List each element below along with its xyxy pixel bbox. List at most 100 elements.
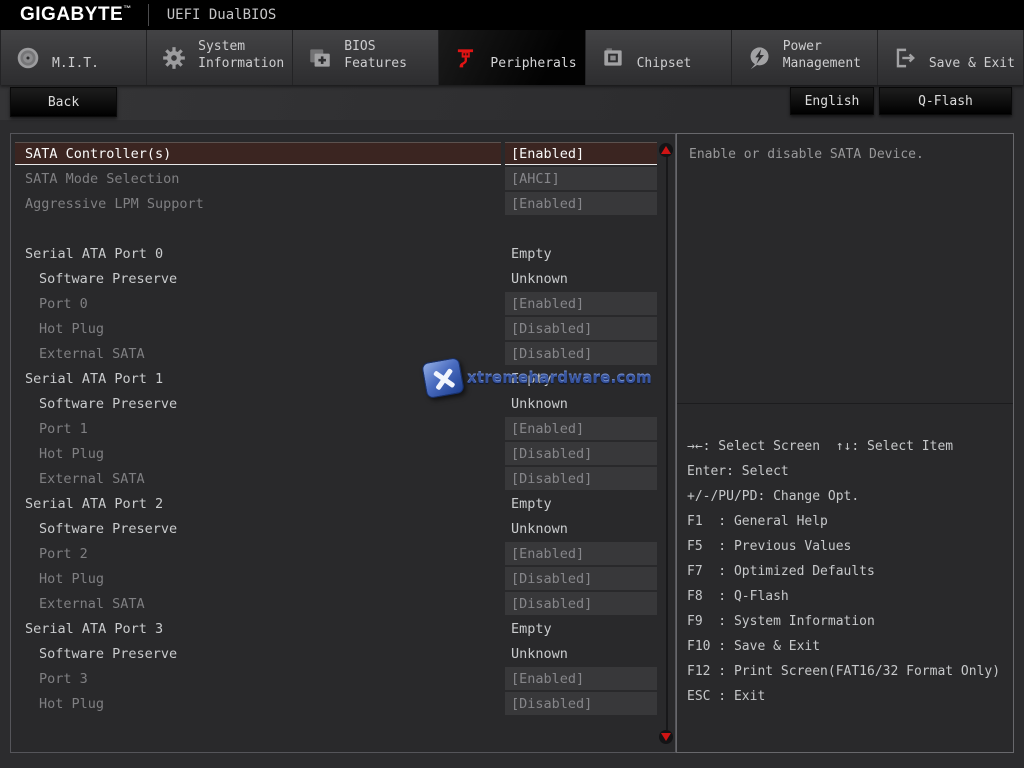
key-legend-line: →←: Select Screen ↑↓: Select Item <box>687 434 1013 459</box>
settings-row[interactable]: Hot Plug[Disabled] <box>15 566 657 591</box>
scroll-up-button[interactable] <box>659 143 673 157</box>
setting-label: SATA Controller(s) <box>15 142 501 165</box>
settings-panel: SATA Controller(s)[Enabled]SATA Mode Sel… <box>10 133 676 753</box>
setting-label: Serial ATA Port 2 <box>15 491 501 516</box>
key-legend: →←: Select Screen ↑↓: Select ItemEnter: … <box>677 404 1013 752</box>
tab-label: Power Management <box>783 37 875 79</box>
settings-row[interactable]: External SATA[Disabled] <box>15 466 657 491</box>
setting-value[interactable]: [Disabled] <box>505 442 657 465</box>
settings-row[interactable]: Hot Plug[Disabled] <box>15 691 657 716</box>
settings-row[interactable]: Serial ATA Port 3Empty <box>15 616 657 641</box>
back-button[interactable]: Back <box>10 87 117 117</box>
key-legend-line: F8 : Q-Flash <box>687 584 1013 609</box>
setting-value[interactable]: [Disabled] <box>505 317 657 340</box>
setting-value[interactable]: [Enabled] <box>505 417 657 440</box>
settings-row[interactable]: Serial ATA Port 1Empty <box>15 366 657 391</box>
plug-icon <box>451 45 481 71</box>
setting-label: Hot Plug <box>15 691 501 716</box>
settings-row[interactable]: Port 2[Enabled] <box>15 541 657 566</box>
setting-label: Serial ATA Port 3 <box>15 616 501 641</box>
key-legend-line: +/-/PU/PD: Change Opt. <box>687 484 1013 509</box>
tab-save-exit[interactable]: Save & Exit <box>878 30 1024 85</box>
settings-row[interactable]: Aggressive LPM Support[Enabled] <box>15 191 657 216</box>
dial-icon <box>13 45 43 71</box>
setting-value[interactable]: [Enabled] <box>505 142 657 165</box>
settings-row[interactable]: Software PreserveUnknown <box>15 391 657 416</box>
tab-label: BIOS Features <box>344 37 436 79</box>
key-legend-line: F5 : Previous Values <box>687 534 1013 559</box>
bios-title: UEFI DualBIOS <box>167 7 277 23</box>
setting-value[interactable]: [Disabled] <box>505 692 657 715</box>
settings-row[interactable]: Serial ATA Port 0Empty <box>15 241 657 266</box>
key-legend-line: F9 : System Information <box>687 609 1013 634</box>
setting-value[interactable]: [Disabled] <box>505 567 657 590</box>
setting-label: Port 2 <box>15 541 501 566</box>
key-legend-line: ESC : Exit <box>687 684 1013 709</box>
setting-value[interactable]: [Enabled] <box>505 542 657 565</box>
settings-row[interactable]: Port 0[Enabled] <box>15 291 657 316</box>
setting-label: Software Preserve <box>15 641 501 666</box>
key-legend-line: F7 : Optimized Defaults <box>687 559 1013 584</box>
tab-mit[interactable]: M.I.T. <box>0 30 147 85</box>
setting-value: Unknown <box>505 642 657 665</box>
settings-row[interactable]: Port 1[Enabled] <box>15 416 657 441</box>
setting-value[interactable]: [Enabled] <box>505 667 657 690</box>
scrollbar[interactable] <box>658 134 675 752</box>
setting-label: Port 0 <box>15 291 501 316</box>
setting-value[interactable]: [Enabled] <box>505 292 657 315</box>
setting-label: Software Preserve <box>15 266 501 291</box>
setting-label: External SATA <box>15 591 501 616</box>
content-area: SATA Controller(s)[Enabled]SATA Mode Sel… <box>0 120 1024 753</box>
settings-row[interactable]: SATA Controller(s)[Enabled] <box>15 141 657 166</box>
top-bar: GIGABYTE™ UEFI DualBIOS <box>0 0 1024 30</box>
item-description: Enable or disable SATA Device. <box>677 134 1013 404</box>
scroll-down-button[interactable] <box>659 730 673 744</box>
setting-label: Hot Plug <box>15 441 501 466</box>
settings-row[interactable]: Port 3[Enabled] <box>15 666 657 691</box>
language-button[interactable]: English <box>790 87 874 115</box>
setting-value[interactable]: [Enabled] <box>505 192 657 215</box>
setting-label: Aggressive LPM Support <box>15 191 501 216</box>
setting-label: Software Preserve <box>15 391 501 416</box>
settings-row[interactable]: Serial ATA Port 2Empty <box>15 491 657 516</box>
divider <box>148 4 149 26</box>
tab-system-information[interactable]: System Information <box>147 30 293 85</box>
setting-label: External SATA <box>15 466 501 491</box>
tab-bios-features[interactable]: BIOS Features <box>293 30 439 85</box>
settings-row[interactable]: Software PreserveUnknown <box>15 266 657 291</box>
setting-value[interactable]: [Disabled] <box>505 467 657 490</box>
setting-value[interactable]: [AHCI] <box>505 167 657 190</box>
tab-label: M.I.T. <box>52 37 99 79</box>
tab-chipset[interactable]: Chipset <box>586 30 732 85</box>
settings-row[interactable]: Hot Plug[Disabled] <box>15 316 657 341</box>
bios-folder-icon <box>305 45 335 71</box>
setting-value: Empty <box>505 367 657 390</box>
key-legend-line: F1 : General Help <box>687 509 1013 534</box>
tab-peripherals[interactable]: Peripherals <box>439 30 585 85</box>
setting-label: Port 1 <box>15 416 501 441</box>
settings-row[interactable]: SATA Mode Selection[AHCI] <box>15 166 657 191</box>
setting-value: Empty <box>505 242 657 265</box>
settings-row[interactable]: Software PreserveUnknown <box>15 641 657 666</box>
setting-value: Empty <box>505 492 657 515</box>
setting-label: Serial ATA Port 1 <box>15 366 501 391</box>
scroll-up-icon <box>661 146 671 154</box>
tab-power-management[interactable]: Power Management <box>732 30 878 85</box>
setting-value[interactable]: [Disabled] <box>505 592 657 615</box>
qflash-button[interactable]: Q-Flash <box>879 87 1012 115</box>
gear-icon <box>159 45 189 71</box>
setting-label: Hot Plug <box>15 566 501 591</box>
power-bolt-icon <box>744 45 774 71</box>
setting-value[interactable]: [Disabled] <box>505 342 657 365</box>
setting-label: Software Preserve <box>15 516 501 541</box>
setting-label: External SATA <box>15 341 501 366</box>
tab-label: System Information <box>198 37 290 79</box>
scrollbar-track[interactable] <box>666 156 668 730</box>
settings-row[interactable]: External SATA[Disabled] <box>15 341 657 366</box>
setting-value: Unknown <box>505 267 657 290</box>
settings-row[interactable]: Hot Plug[Disabled] <box>15 441 657 466</box>
sub-toolbar: Back English Q-Flash <box>0 85 1024 120</box>
settings-row[interactable]: Software PreserveUnknown <box>15 516 657 541</box>
settings-row[interactable]: External SATA[Disabled] <box>15 591 657 616</box>
setting-value: Empty <box>505 617 657 640</box>
